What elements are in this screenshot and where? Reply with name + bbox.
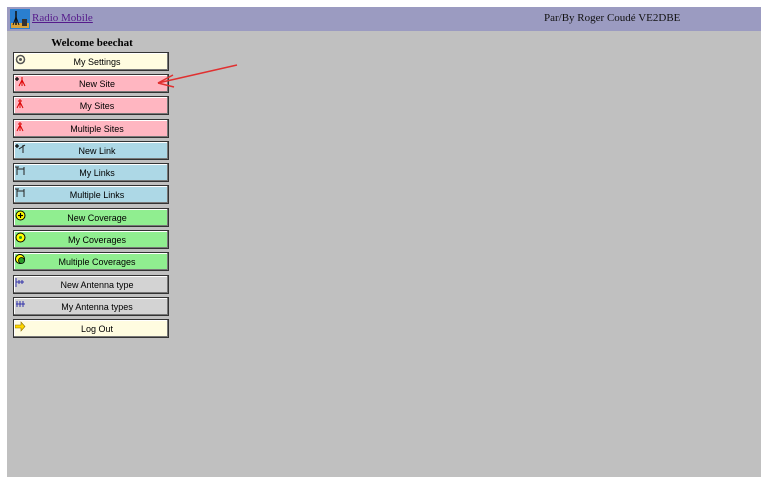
menu-label: My Antenna types <box>61 302 133 312</box>
link-icon <box>15 188 25 197</box>
welcome-message: Welcome beechat <box>51 37 133 49</box>
multiple-sites-button[interactable]: Multiple Sites <box>13 119 169 138</box>
multiple-coverages-button[interactable]: Multiple Coverages <box>13 252 169 271</box>
menu-label: My Coverages <box>67 235 127 245</box>
my-coverages-button[interactable]: My Coverages <box>13 230 169 249</box>
settings-icon <box>15 54 26 65</box>
page-frame: Radio Mobile Par/By Roger Coudé VE2DBE W… <box>7 7 761 477</box>
menu-label: Log Out <box>80 324 114 334</box>
new-site-icon <box>15 77 26 87</box>
menu-label: My Sites <box>79 101 115 111</box>
multiple-coverage-icon <box>15 254 25 264</box>
new-antenna-icon <box>15 278 24 287</box>
menu-label: Multiple Links <box>69 190 125 200</box>
app-title-link[interactable]: Radio Mobile <box>32 12 93 24</box>
radio-mobile-logo-icon[interactable] <box>10 9 30 29</box>
site-icon <box>16 99 24 109</box>
author-credit: Par/By Roger Coudé VE2DBE <box>544 12 681 24</box>
my-sites-button[interactable]: My Sites <box>13 96 169 115</box>
new-link-icon <box>15 144 26 153</box>
header-bar: Radio Mobile Par/By Roger Coudé VE2DBE <box>7 7 761 31</box>
menu-label: New Coverage <box>67 213 127 223</box>
multiple-links-button[interactable]: Multiple Links <box>13 185 169 204</box>
log-out-button[interactable]: Log Out <box>13 319 169 338</box>
new-coverage-button[interactable]: New Coverage <box>13 208 169 227</box>
antenna-icon <box>16 301 25 307</box>
new-coverage-icon <box>15 210 26 221</box>
new-site-button[interactable]: New Site <box>13 74 169 93</box>
menu-label: My Settings <box>73 57 121 67</box>
site-icon <box>16 122 24 132</box>
my-settings-button[interactable]: My Settings <box>13 52 169 71</box>
new-link-button[interactable]: New Link <box>13 141 169 160</box>
menu-label: New Antenna type <box>60 280 134 290</box>
logout-arrow-icon <box>15 321 26 332</box>
coverage-icon <box>15 232 26 243</box>
menu-label: New Site <box>78 79 115 89</box>
menu-label: Multiple Sites <box>70 124 124 134</box>
new-antenna-type-button[interactable]: New Antenna type <box>13 275 169 294</box>
menu-label: New Link <box>78 146 116 156</box>
link-icon <box>15 166 25 175</box>
menu-label: Multiple Coverages <box>58 257 136 267</box>
my-antenna-types-button[interactable]: My Antenna types <box>13 297 169 316</box>
my-links-button[interactable]: My Links <box>13 163 169 182</box>
menu-label: My Links <box>79 168 115 178</box>
